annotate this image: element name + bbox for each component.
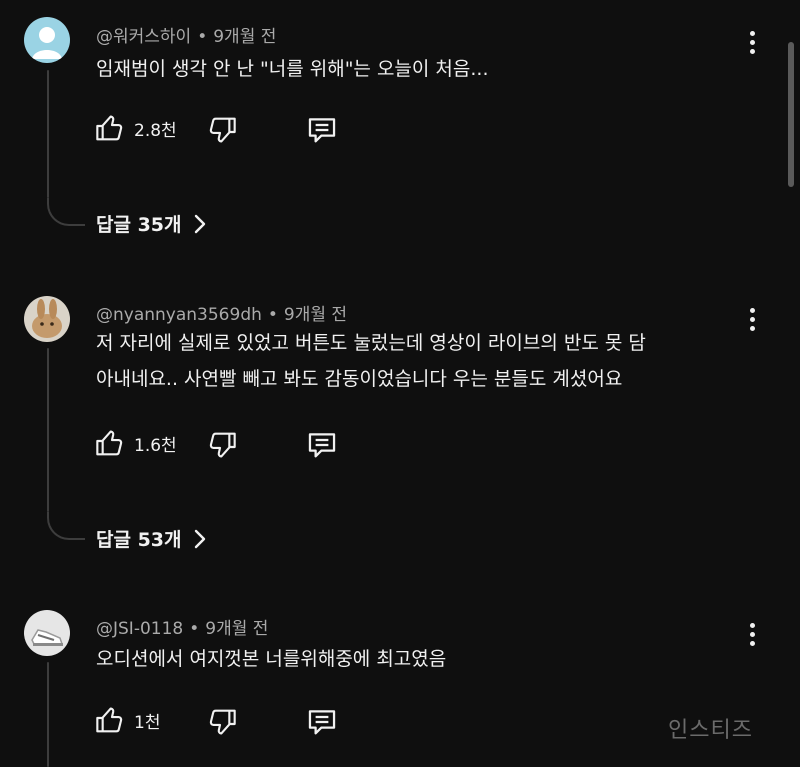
reply-connector <box>47 512 85 540</box>
separator-dot: • <box>189 619 200 639</box>
comment-time: 9개월 전 <box>283 305 348 325</box>
like-count: 1천 <box>134 712 161 733</box>
chevron-right-icon <box>194 214 205 233</box>
rabbit-avatar-icon <box>24 296 70 342</box>
comment-author[interactable]: @nyannyan3569dh <box>96 305 262 325</box>
reply-icon <box>308 433 336 458</box>
comment-text: 저 자리에 실제로 있었고 버튼도 눌렀는데 영상이 라이브의 반도 못 담 아… <box>96 325 646 397</box>
replies-count: 답글 53개 <box>96 529 182 551</box>
default-avatar-icon <box>24 17 70 63</box>
more-options-button[interactable] <box>738 299 766 339</box>
reply-connector <box>47 198 85 226</box>
view-replies-button[interactable]: 답글 35개 <box>96 210 206 237</box>
dislike-button[interactable] <box>206 114 238 146</box>
like-icon <box>96 115 123 141</box>
replies-count: 답글 35개 <box>96 214 182 236</box>
comment-text-line: 오디션에서 여지껏본 너를위해중에 최고였음 <box>96 648 447 670</box>
comment-author[interactable]: @워커스하이 <box>96 27 191 47</box>
comment-time: 9개월 전 <box>213 27 277 47</box>
thread-line <box>47 662 49 767</box>
like-icon <box>96 430 123 456</box>
comment-time: 9개월 전 <box>205 619 269 639</box>
like-count: 1.6천 <box>134 435 177 456</box>
comment-text-line: 임재범이 생각 안 난 "너를 위해"는 오늘이 처음... <box>96 58 489 80</box>
comment-author[interactable]: @JSI-0118 <box>96 619 183 639</box>
reply-button[interactable] <box>304 113 340 147</box>
comment-text: 오디션에서 여지껏본 너를위해중에 최고였음 <box>96 641 446 677</box>
dislike-icon <box>209 432 236 458</box>
avatar[interactable] <box>24 610 70 656</box>
comment-meta: @nyannyan3569dh • 9개월 전 <box>96 300 347 325</box>
like-count: 2.8천 <box>134 120 177 141</box>
watermark: 인스티즈 <box>668 718 753 743</box>
like-icon <box>96 707 123 733</box>
more-options-button[interactable] <box>738 614 766 654</box>
chevron-right-icon <box>194 529 205 548</box>
reply-button[interactable] <box>304 428 340 462</box>
comment-text-line: 저 자리에 실제로 있었고 버튼도 눌렀는데 영상이 라이브의 반도 못 담 <box>96 332 646 354</box>
comment-text: 임재범이 생각 안 난 "너를 위해"는 오늘이 처음... <box>96 51 489 87</box>
sneaker-avatar-icon <box>24 610 70 656</box>
dislike-icon <box>209 709 236 735</box>
comment-meta: @워커스하이 • 9개월 전 <box>96 22 276 47</box>
like-button[interactable]: 1.6천 <box>94 427 177 459</box>
more-vert-icon <box>749 307 755 313</box>
avatar[interactable] <box>24 17 70 63</box>
dislike-button[interactable] <box>206 429 238 461</box>
comment-text-line: 아내네요.. 사연빨 빼고 봐도 감동이었습니다 우는 분들도 계셨어요 <box>96 368 623 390</box>
like-button[interactable]: 1천 <box>94 704 160 736</box>
separator-dot: • <box>267 305 278 325</box>
like-button[interactable]: 2.8천 <box>94 112 177 144</box>
thread-line <box>47 70 49 198</box>
more-vert-icon <box>749 30 755 36</box>
dislike-button[interactable] <box>206 706 238 738</box>
more-options-button[interactable] <box>738 22 766 62</box>
avatar[interactable] <box>24 296 70 342</box>
reply-button[interactable] <box>304 705 340 739</box>
thread-line <box>47 348 49 512</box>
scrollbar[interactable] <box>788 42 794 187</box>
reply-icon <box>308 118 336 143</box>
view-replies-button[interactable]: 답글 53개 <box>96 525 206 552</box>
dislike-icon <box>209 117 236 143</box>
more-vert-icon <box>749 622 755 628</box>
comment-meta: @JSI-0118 • 9개월 전 <box>96 614 268 639</box>
separator-dot: • <box>197 27 208 47</box>
reply-icon <box>308 710 336 735</box>
